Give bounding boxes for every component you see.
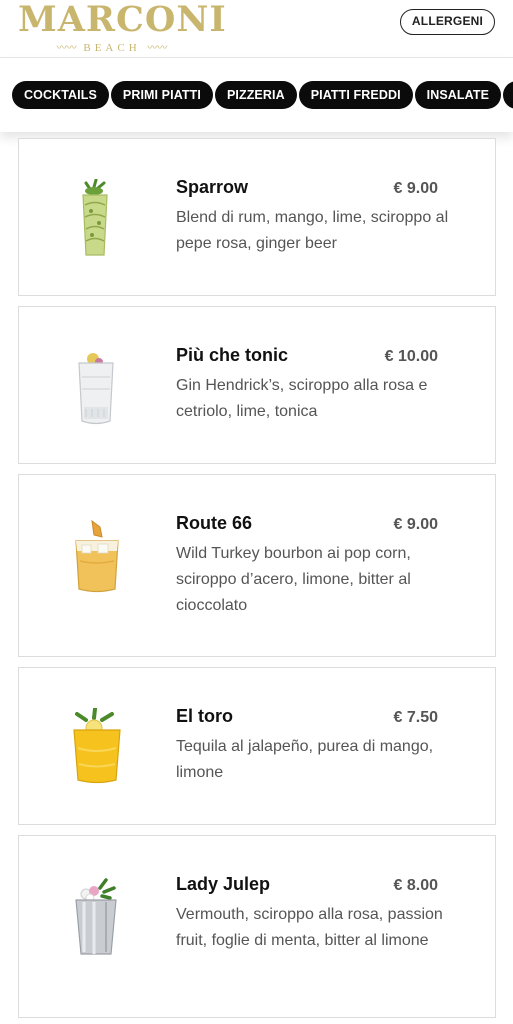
menu-item-card[interactable]: Lady Julep € 8.00 Vermouth, sciroppo all… — [18, 835, 496, 1018]
yellow-cocktail-icon — [73, 708, 121, 784]
menu-item-card[interactable]: Sparrow € 9.00 Blend di rum, mango, lime… — [18, 138, 496, 296]
category-pill-pizzeria[interactable]: PIZZERIA — [214, 81, 297, 109]
menu-item-list: Sparrow € 9.00 Blend di rum, mango, lime… — [18, 138, 496, 1024]
category-pill-list: COCKTAILS PRIMI PIATTI PIZZERIA PIATTI FRED… — [12, 81, 513, 109]
menu-item-description: Gin Hendrick’s, sciroppo alla rosa e cet… — [176, 377, 428, 420]
allergeni-button[interactable]: ALLERGENI — [400, 9, 495, 35]
logo-wave-right: 〰〰 — [147, 43, 168, 54]
menu-item-name: Più che tonic — [176, 345, 289, 365]
menu-item-description: Vermouth, sciroppo alla rosa, passion fr… — [176, 906, 443, 949]
menu-item-price: € 8.00 — [393, 877, 438, 894]
marconi-beach-logo[interactable]: MARCONI 〰〰 BEACH 〰〰 — [18, 0, 227, 55]
menu-item-price: € 7.50 — [393, 709, 438, 726]
category-pill-cocktails[interactable]: COCKTAILS — [12, 81, 109, 109]
julep-cup-icon — [75, 878, 117, 955]
logo-text: MARCONI — [18, 0, 227, 40]
menu-item-price: € 10.00 — [384, 348, 438, 365]
header: MARCONI 〰〰 BEACH 〰〰 ALLERGENI — [0, 0, 513, 58]
menu-item-name: El toro — [176, 706, 233, 726]
menu-item-description: Blend di rum, mango, lime, sciroppo al p… — [176, 209, 449, 252]
menu-item-card[interactable]: Route 66 € 9.00 Wild Turkey bourbon ai p… — [18, 474, 496, 657]
logo-wave-left: 〰〰 — [56, 43, 77, 54]
logo-subtitle: 〰〰 BEACH 〰〰 — [18, 39, 206, 54]
category-pill-primi-piatti[interactable]: PRIMI PIATTI — [110, 81, 213, 109]
category-pill-insalate[interactable]: INSALATE — [414, 81, 502, 109]
menu-item-price: € 9.00 — [393, 516, 438, 533]
logo-sub-text: BEACH — [83, 42, 141, 54]
menu-item-card[interactable]: El toro € 7.50 Tequila al jalapeño, pure… — [18, 667, 496, 825]
category-nav: COCKTAILS PRIMI PIATTI PIZZERIA PIATTI FRED… — [0, 58, 513, 132]
amber-rocks-cocktail-icon — [75, 519, 119, 593]
menu-item-card[interactable]: Più che tonic € 10.00 Gin Hendrick’s, sc… — [18, 306, 496, 464]
menu-item-description: Tequila al jalapeño, purea di mango, lim… — [176, 738, 434, 781]
menu-item-price: € 9.00 — [393, 180, 438, 197]
menu-item-name: Lady Julep — [176, 874, 271, 894]
green-tiki-cocktail-icon — [82, 179, 108, 256]
menu-item-name: Sparrow — [176, 177, 249, 197]
category-pill-piatti-freddi[interactable]: PIATTI FREDDI — [298, 81, 413, 109]
menu-item-description: Wild Turkey bourbon ai pop corn, sciropp… — [176, 545, 411, 614]
menu-item-name: Route 66 — [176, 513, 253, 533]
gin-tonic-glass-icon — [78, 353, 114, 425]
category-pill-partial[interactable]: B — [503, 81, 513, 109]
